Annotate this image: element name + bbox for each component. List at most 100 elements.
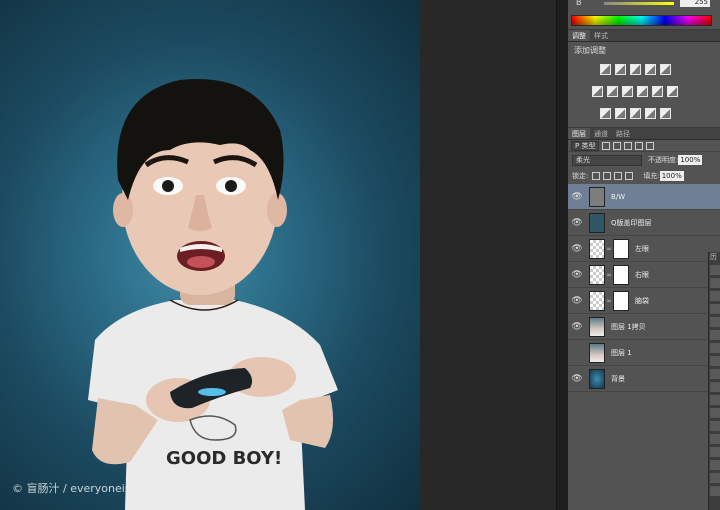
lock-position-icon[interactable] — [614, 172, 623, 180]
right-ear — [267, 193, 287, 227]
type-filter-icon[interactable] — [624, 141, 633, 150]
lock-all-icon[interactable] — [625, 172, 634, 180]
layer-name: Q版盖印图层 — [611, 218, 652, 227]
history-step[interactable] — [710, 447, 720, 457]
layer-row-left-eye[interactable]: 👁 ∞ 左眼 — [568, 236, 720, 262]
visibility-eye-icon[interactable]: 👁 — [568, 322, 586, 332]
history-step[interactable] — [710, 382, 720, 392]
layer-mask-thumbnail[interactable] — [613, 290, 629, 311]
color-lookup-icon[interactable] — [667, 86, 678, 97]
layer-mask-thumbnail[interactable] — [613, 238, 629, 259]
link-chain-icon: ∞ — [606, 296, 612, 305]
black-white-icon[interactable] — [622, 86, 633, 97]
blue-slider-row: B 255 — [574, 0, 714, 10]
opacity-field[interactable]: 100% — [678, 155, 703, 165]
adjustment-filter-icon[interactable] — [613, 141, 622, 150]
layer-row-bw[interactable]: 👁 B/W — [568, 184, 720, 210]
layer-thumbnail — [589, 368, 605, 389]
layer-row-layer1[interactable]: 👁 图层 1 — [568, 340, 720, 366]
layer-mask-thumbnail[interactable] — [613, 264, 629, 285]
adjustment-thumbnail — [589, 186, 605, 207]
fill-field[interactable]: 100% — [659, 171, 684, 181]
layer-row-layer1-copy[interactable]: 👁 图层 1拷贝 — [568, 314, 720, 340]
visibility-eye-icon[interactable]: 👁 — [568, 296, 586, 306]
gradient-map-icon[interactable] — [660, 108, 671, 119]
layer-row-background[interactable]: 👁 背景 — [568, 366, 720, 392]
lock-transparent-icon[interactable] — [592, 172, 601, 180]
history-step[interactable] — [710, 343, 720, 353]
history-step[interactable] — [710, 460, 720, 470]
history-step[interactable] — [710, 434, 720, 444]
blue-value-field[interactable]: 255 — [680, 0, 710, 7]
history-step[interactable] — [710, 278, 720, 288]
lock-image-icon[interactable] — [603, 172, 612, 180]
tab-styles[interactable]: 样式 — [590, 30, 612, 41]
visibility-eye-icon[interactable]: 👁 — [568, 192, 586, 202]
link-chain-icon: ∞ — [606, 270, 612, 279]
link-chain-icon: ∞ — [606, 244, 612, 253]
layer-name: B/W — [611, 192, 626, 201]
kind-filter-select[interactable]: P 类型 — [571, 140, 600, 151]
history-step[interactable] — [710, 369, 720, 379]
history-tab[interactable]: 历 — [709, 252, 720, 262]
photoshop-window: GOOD BOY! © 盲肠汁 / everyoneisaprecioner.c… — [0, 0, 720, 510]
history-step[interactable] — [710, 473, 720, 483]
visibility-eye-icon[interactable]: 👁 — [568, 270, 586, 280]
controller-light — [198, 388, 226, 396]
history-step[interactable] — [710, 291, 720, 301]
exposure-icon[interactable] — [645, 64, 656, 75]
layer-row-head[interactable]: 👁 ∞ 脑袋 — [568, 288, 720, 314]
visibility-eye-icon[interactable]: 👁 — [568, 244, 586, 254]
blend-opacity-row: 柔光 不透明度: 100% — [568, 152, 720, 168]
document-canvas[interactable]: GOOD BOY! © 盲肠汁 / everyoneisaprecioner.c… — [0, 0, 420, 510]
brightness-icon[interactable] — [600, 64, 611, 75]
shirt-print-text: GOOD BOY! — [166, 448, 282, 469]
layer-row-stamp[interactable]: 👁 Q版盖印图层 — [568, 210, 720, 236]
tab-channels[interactable]: 通道 — [590, 128, 612, 139]
smart-object-filter-icon[interactable] — [646, 141, 655, 150]
pixel-filter-icon[interactable] — [602, 141, 611, 150]
curves-icon[interactable] — [630, 64, 641, 75]
layer-name: 图层 1 — [611, 348, 632, 357]
levels-icon[interactable] — [615, 64, 626, 75]
layers-tab-bar: 图层 通道 路径 — [568, 128, 720, 140]
channel-mixer-icon[interactable] — [652, 86, 663, 97]
posterize-icon[interactable] — [615, 108, 626, 119]
history-step[interactable] — [710, 395, 720, 405]
color-spectrum-bar[interactable] — [571, 15, 712, 26]
threshold-icon[interactable] — [630, 108, 641, 119]
blue-slider-track[interactable] — [604, 2, 674, 5]
layer-thumbnail — [589, 316, 605, 337]
adjustments-title: 添加调整 — [574, 46, 606, 55]
shape-filter-icon[interactable] — [635, 141, 644, 150]
tab-layers[interactable]: 图层 — [568, 128, 590, 139]
history-step[interactable] — [710, 356, 720, 366]
layer-filter-bar: P 类型 — [568, 140, 720, 152]
pasteboard-area — [420, 0, 556, 510]
visibility-eye-icon[interactable]: 👁 — [568, 348, 586, 358]
history-step[interactable] — [710, 304, 720, 314]
history-step[interactable] — [710, 265, 720, 275]
history-step[interactable] — [710, 421, 720, 431]
blend-mode-select[interactable]: 柔光 — [572, 154, 642, 166]
hue-saturation-icon[interactable] — [592, 86, 603, 97]
tab-paths[interactable]: 路径 — [612, 128, 634, 139]
selective-color-icon[interactable] — [645, 108, 656, 119]
layer-row-right-eye[interactable]: 👁 ∞ 右眼 — [568, 262, 720, 288]
photo-filter-icon[interactable] — [637, 86, 648, 97]
visibility-eye-icon[interactable]: 👁 — [568, 218, 586, 228]
history-step[interactable] — [710, 408, 720, 418]
history-step[interactable] — [710, 486, 720, 496]
vibrance-icon[interactable] — [660, 64, 671, 75]
left-pupil — [162, 180, 174, 192]
layer-thumbnail — [589, 290, 605, 311]
tab-adjustments[interactable]: 调整 — [568, 30, 590, 41]
color-balance-icon[interactable] — [607, 86, 618, 97]
layer-name: 图层 1拷贝 — [611, 322, 646, 331]
history-step[interactable] — [710, 317, 720, 327]
history-step[interactable] — [710, 330, 720, 340]
layer-name: 脑袋 — [635, 296, 649, 305]
color-panel: B 255 — [568, 0, 720, 30]
invert-icon[interactable] — [600, 108, 611, 119]
visibility-eye-icon[interactable]: 👁 — [568, 374, 586, 384]
